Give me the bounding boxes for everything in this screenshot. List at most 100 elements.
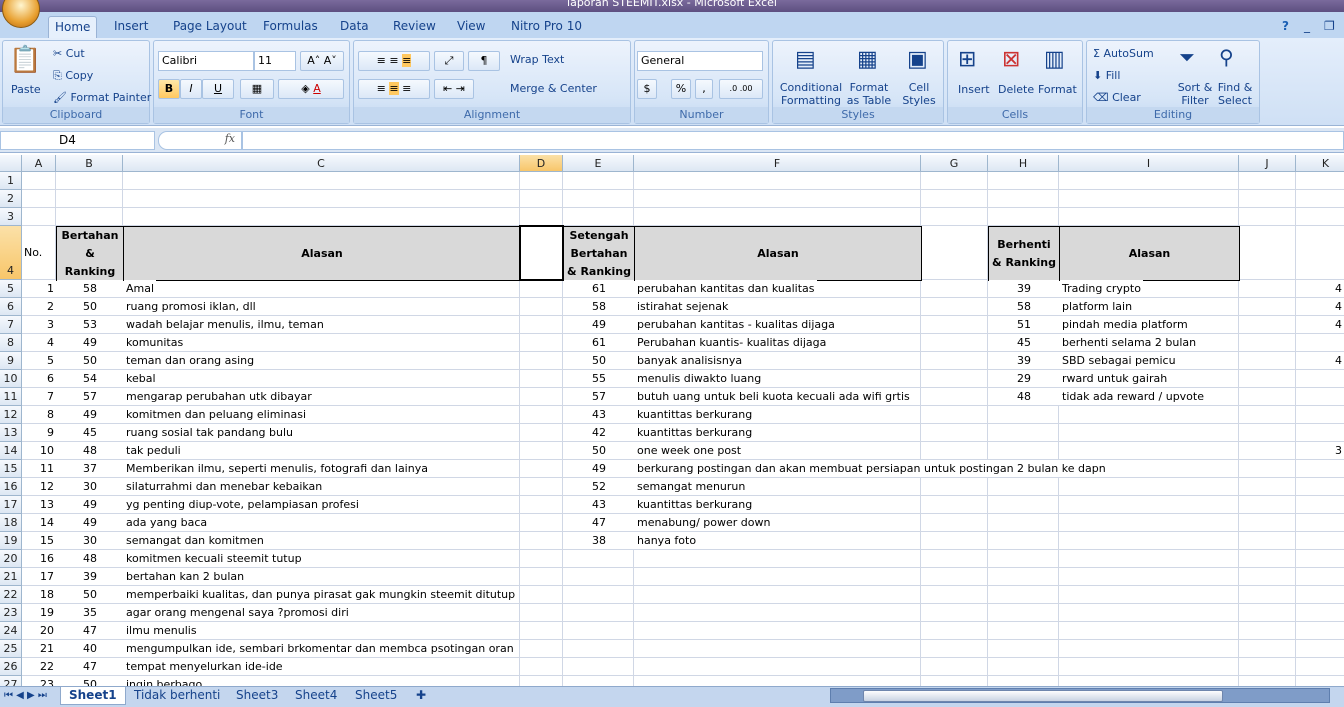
cell-G7[interactable] bbox=[921, 316, 988, 334]
cell-H3[interactable] bbox=[988, 208, 1059, 226]
cell-J13[interactable] bbox=[1239, 424, 1296, 442]
help-icon[interactable]: ? bbox=[1276, 16, 1295, 38]
cell-D14[interactable] bbox=[520, 442, 563, 460]
cell-B3[interactable] bbox=[56, 208, 123, 226]
cell-D10[interactable] bbox=[520, 370, 563, 388]
cell-E26[interactable] bbox=[563, 658, 634, 676]
cell-I26[interactable] bbox=[1059, 658, 1239, 676]
cell-D2[interactable] bbox=[520, 190, 563, 208]
cell-H20[interactable] bbox=[988, 550, 1059, 568]
cell-E3[interactable] bbox=[563, 208, 634, 226]
cell-G21[interactable] bbox=[921, 568, 988, 586]
cell-H25[interactable] bbox=[988, 640, 1059, 658]
cell-D16[interactable] bbox=[520, 478, 563, 496]
row-header-25[interactable]: 25 bbox=[0, 640, 22, 658]
cell-H13[interactable] bbox=[988, 424, 1059, 442]
cell-E24[interactable] bbox=[563, 622, 634, 640]
borders-icon[interactable]: ▦ bbox=[240, 79, 274, 99]
cell-G6[interactable] bbox=[921, 298, 988, 316]
cell-K10[interactable] bbox=[1296, 370, 1344, 388]
find-select-button[interactable]: Find & Select bbox=[1215, 81, 1255, 107]
cell-J9[interactable] bbox=[1239, 352, 1296, 370]
cell-D11[interactable] bbox=[520, 388, 563, 406]
wrap-text-button[interactable]: Wrap Text bbox=[510, 53, 564, 66]
column-header-E[interactable]: E bbox=[563, 155, 634, 172]
tab-review[interactable]: Review bbox=[387, 16, 442, 38]
tab-home[interactable]: Home bbox=[48, 16, 98, 38]
cell-K16[interactable] bbox=[1296, 478, 1344, 496]
cell-J1[interactable] bbox=[1239, 172, 1296, 190]
cell-J25[interactable] bbox=[1239, 640, 1296, 658]
name-box[interactable]: D4 bbox=[0, 131, 155, 150]
cell-I12[interactable] bbox=[1059, 406, 1239, 424]
cell-K26[interactable] bbox=[1296, 658, 1344, 676]
cell-G22[interactable] bbox=[921, 586, 988, 604]
cell-I16[interactable] bbox=[1059, 478, 1239, 496]
cell-G12[interactable] bbox=[921, 406, 988, 424]
cell-E2[interactable] bbox=[563, 190, 634, 208]
cell-J3[interactable] bbox=[1239, 208, 1296, 226]
cell-K25[interactable] bbox=[1296, 640, 1344, 658]
cell-E23[interactable] bbox=[563, 604, 634, 622]
orientation-icon[interactable]: ⤢ bbox=[434, 51, 464, 71]
delete-button[interactable]: Delete bbox=[998, 83, 1034, 96]
cell-F22[interactable] bbox=[634, 586, 921, 604]
cell-D18[interactable] bbox=[520, 514, 563, 532]
row-header-14[interactable]: 14 bbox=[0, 442, 22, 460]
cell-J21[interactable] bbox=[1239, 568, 1296, 586]
sheet-tab-tidak-berhenti[interactable]: Tidak berhenti bbox=[126, 687, 228, 705]
cell-I2[interactable] bbox=[1059, 190, 1239, 208]
cell-F3[interactable] bbox=[634, 208, 921, 226]
row-header-12[interactable]: 12 bbox=[0, 406, 22, 424]
tab-page-layout[interactable]: Page Layout bbox=[167, 16, 253, 38]
row-header-11[interactable]: 11 bbox=[0, 388, 22, 406]
cell-K1[interactable] bbox=[1296, 172, 1344, 190]
cell-D9[interactable] bbox=[520, 352, 563, 370]
selected-cell-D4[interactable] bbox=[519, 225, 564, 281]
sheet-tab-sheet3[interactable]: Sheet3 bbox=[228, 687, 286, 705]
spreadsheet-grid[interactable]: A B C D E F G H I J K 1 2 3 4 5 6 7 8 9 10 11 12 13 14 15 16 17 18 19… bbox=[0, 155, 1344, 686]
cell-E27[interactable] bbox=[563, 676, 634, 686]
cell-G9[interactable] bbox=[921, 352, 988, 370]
cell-D19[interactable] bbox=[520, 532, 563, 550]
cell-G10[interactable] bbox=[921, 370, 988, 388]
row-header-13[interactable]: 13 bbox=[0, 424, 22, 442]
cell-I25[interactable] bbox=[1059, 640, 1239, 658]
cell-C5[interactable] bbox=[123, 280, 520, 298]
cell-G16[interactable] bbox=[921, 478, 988, 496]
cell-F21[interactable] bbox=[634, 568, 921, 586]
cell-H26[interactable] bbox=[988, 658, 1059, 676]
cell-I1[interactable] bbox=[1059, 172, 1239, 190]
currency-button[interactable]: $ bbox=[637, 79, 657, 99]
cell-F27[interactable] bbox=[634, 676, 921, 686]
cell-K15[interactable] bbox=[1296, 460, 1344, 478]
row-header-15[interactable]: 15 bbox=[0, 460, 22, 478]
cell-G4[interactable] bbox=[921, 226, 988, 280]
bold-button[interactable]: B bbox=[158, 79, 180, 99]
cell-H14[interactable] bbox=[988, 442, 1059, 460]
cell-F23[interactable] bbox=[634, 604, 921, 622]
cell-K18[interactable] bbox=[1296, 514, 1344, 532]
sheet-tab-sheet5[interactable]: Sheet5 bbox=[347, 687, 405, 705]
row-header-19[interactable]: 19 bbox=[0, 532, 22, 550]
row-header-4[interactable]: 4 bbox=[0, 226, 22, 280]
cell-K17[interactable] bbox=[1296, 496, 1344, 514]
cell-B1[interactable] bbox=[56, 172, 123, 190]
insert-sheet-icon[interactable]: ✚ bbox=[408, 687, 434, 705]
cell-I13[interactable] bbox=[1059, 424, 1239, 442]
cell-G1[interactable] bbox=[921, 172, 988, 190]
cell-I18[interactable] bbox=[1059, 514, 1239, 532]
cell-K19[interactable] bbox=[1296, 532, 1344, 550]
cell-D7[interactable] bbox=[520, 316, 563, 334]
cell-G2[interactable] bbox=[921, 190, 988, 208]
fill-button[interactable]: ⬇ Fill bbox=[1093, 69, 1120, 82]
cell-J26[interactable] bbox=[1239, 658, 1296, 676]
cell-J27[interactable] bbox=[1239, 676, 1296, 686]
cell-D23[interactable] bbox=[520, 604, 563, 622]
column-header-D[interactable]: D bbox=[520, 155, 563, 172]
cell-H21[interactable] bbox=[988, 568, 1059, 586]
cell-K8[interactable] bbox=[1296, 334, 1344, 352]
cell-J2[interactable] bbox=[1239, 190, 1296, 208]
cell-D1[interactable] bbox=[520, 172, 563, 190]
cell-G23[interactable] bbox=[921, 604, 988, 622]
